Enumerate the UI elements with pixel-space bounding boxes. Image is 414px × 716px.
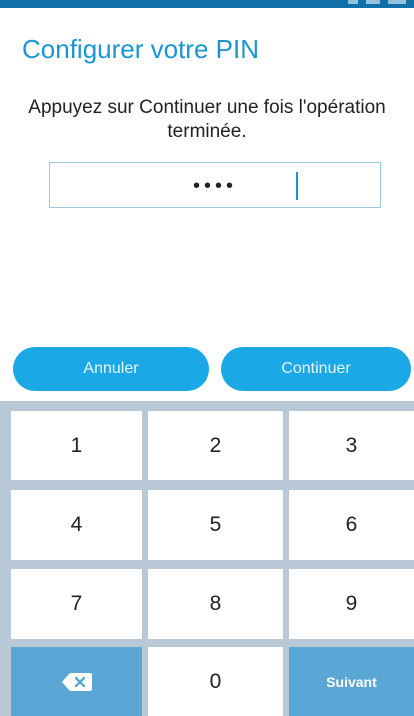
- battery-icon: [388, 0, 406, 4]
- key-7[interactable]: 7: [11, 569, 142, 639]
- title-bar: Configurer votre PIN: [0, 8, 414, 88]
- key-4[interactable]: 4: [11, 490, 142, 560]
- key-2-label: 2: [209, 433, 222, 457]
- key-7-label: 7: [70, 592, 83, 615]
- page-title: Configurer votre PIN: [22, 34, 259, 64]
- backspace-key[interactable]: [11, 647, 142, 716]
- key-5[interactable]: 5: [148, 490, 283, 560]
- key-0[interactable]: 0: [148, 647, 283, 716]
- status-icons: [348, 0, 406, 8]
- key-4-label: 4: [70, 513, 83, 536]
- key-2[interactable]: 2: [148, 411, 283, 480]
- key-9[interactable]: 9: [289, 569, 414, 639]
- status-bar: [0, 0, 414, 8]
- key-8[interactable]: 8: [148, 569, 283, 639]
- key-3-label: 3: [345, 433, 358, 457]
- pin-masked-value: ••••: [192, 175, 237, 197]
- key-5-label: 5: [209, 513, 222, 536]
- next-key-label: Suivant: [326, 673, 377, 690]
- key-1-label: 1: [70, 433, 83, 457]
- key-0-label: 0: [209, 669, 222, 693]
- pin-input[interactable]: ••••: [49, 162, 381, 208]
- key-8-label: 8: [209, 592, 222, 615]
- numeric-keypad: 1 2 3 4 5 6 7 8 9 0 Suivant: [0, 401, 414, 716]
- text-cursor: [296, 172, 298, 200]
- wifi-icon: [366, 0, 380, 4]
- signal-icon: [348, 0, 358, 4]
- next-key[interactable]: Suivant: [289, 647, 414, 716]
- backspace-icon: [61, 672, 92, 691]
- key-1[interactable]: 1: [11, 411, 142, 480]
- key-3[interactable]: 3: [289, 411, 414, 480]
- pin-setup-screen: Configurer votre PIN Appuyez sur Continu…: [0, 0, 414, 716]
- key-9-label: 9: [345, 592, 358, 615]
- cancel-button[interactable]: Annuler: [13, 347, 209, 391]
- instruction-text: Appuyez sur Continuer une fois l'opérati…: [28, 97, 386, 142]
- key-6-label: 6: [345, 513, 358, 536]
- continue-button[interactable]: Continuer: [221, 347, 411, 391]
- key-6[interactable]: 6: [289, 490, 414, 560]
